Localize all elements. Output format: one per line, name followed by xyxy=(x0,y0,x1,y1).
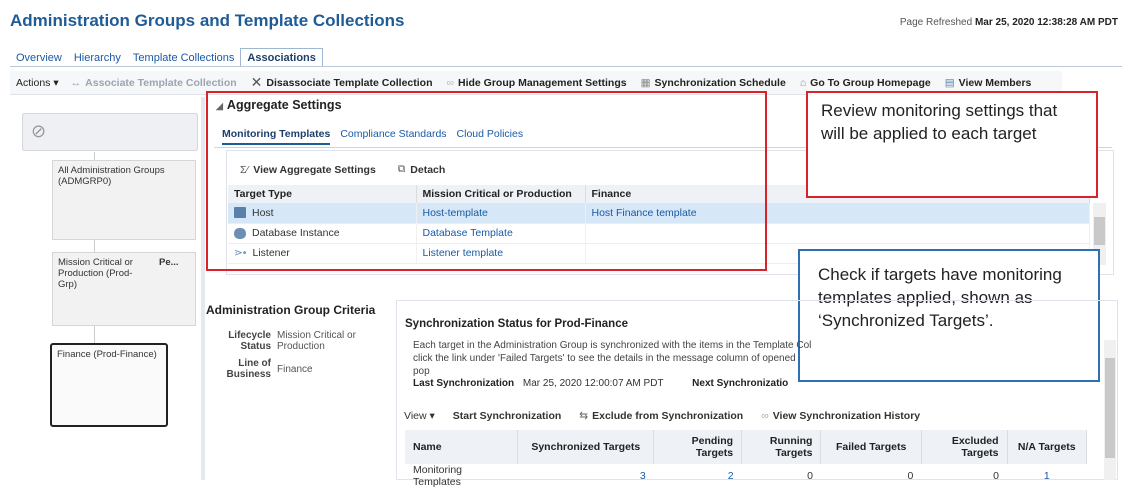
last-sync-value: Mar 25, 2020 12:00:07 AM PDT xyxy=(522,378,664,389)
disassociate-label: Disassociate Template Collection xyxy=(266,76,433,89)
lifecycle-label: Lifecycle Status xyxy=(228,330,271,352)
column-excluded[interactable]: Excluded Targets xyxy=(921,430,1008,464)
hide-icon: ∞ xyxy=(446,76,455,89)
callout-review-text: Review monitoring settings that will be … xyxy=(821,101,1058,143)
pane-splitter[interactable] xyxy=(201,97,205,480)
chevron-down-icon: ▾ xyxy=(53,76,59,89)
hide-group-label: Hide Group Management Settings xyxy=(458,76,627,89)
start-sync-button[interactable]: Start Synchronization xyxy=(453,410,562,422)
view-sync-history-button[interactable]: ∞ View Synchronization History xyxy=(761,410,920,422)
failed-count: 0 xyxy=(907,470,914,482)
collapse-button[interactable]: ⊘ xyxy=(22,113,198,151)
tab-overview[interactable]: Overview xyxy=(10,49,68,67)
tab-divider xyxy=(10,66,1122,67)
column-name[interactable]: Name xyxy=(405,430,519,464)
refresh-label: Page Refreshed xyxy=(899,17,973,28)
compass-icon: ⊘ xyxy=(31,121,47,141)
node-label: Mission Critical or Production (Prod-Grp… xyxy=(58,257,133,290)
lob-label: Line of Business xyxy=(226,358,271,380)
last-sync: Last Synchronization Mar 25, 2020 12:00:… xyxy=(413,378,794,389)
criteria-heading: Administration Group Criteria xyxy=(206,303,376,317)
sync-scrollbar[interactable] xyxy=(1104,340,1116,480)
go-home-button[interactable]: ⌂ Go To Group Homepage xyxy=(800,77,931,89)
close-icon: ✕ xyxy=(250,74,263,90)
tab-hierarchy[interactable]: Hierarchy xyxy=(68,49,127,67)
pending-count-link[interactable]: 2 xyxy=(654,464,742,488)
sync-schedule-label: Synchronization Schedule xyxy=(654,76,786,89)
view-members-label: View Members xyxy=(958,76,1032,89)
view-menu[interactable]: View ▾ xyxy=(404,410,435,422)
exclude-icon: ⇆ xyxy=(579,410,589,422)
column-synchronized[interactable]: Synchronized Targets xyxy=(517,430,655,464)
excluded-count: 0 xyxy=(993,470,1000,482)
highlight-box xyxy=(206,91,767,271)
hide-group-settings-button[interactable]: ∞ Hide Group Management Settings xyxy=(447,77,627,89)
actions-label: Actions xyxy=(16,76,51,89)
na-count-link[interactable]: 1 xyxy=(1007,464,1086,488)
node-all-admin-groups[interactable]: All Administration Groups (ADMGRP0) xyxy=(52,160,196,240)
exclude-label: Exclude from Synchronization xyxy=(592,410,744,422)
node-finance[interactable]: Finance (Prod-Finance) xyxy=(50,343,168,427)
sync-toolbar: View ▾ Start Synchronization ⇆ Exclude fr… xyxy=(404,410,938,422)
node-label: All Administration Groups (ADMGRP0) xyxy=(58,165,165,187)
last-sync-label: Last Synchronization xyxy=(413,378,515,389)
sync-schedule-button[interactable]: ▦ Synchronization Schedule xyxy=(641,77,786,89)
main-tabs: Overview Hierarchy Template Collections … xyxy=(10,47,323,67)
page-refreshed: Page Refreshed Mar 25, 2020 12:38:28 AM … xyxy=(900,17,1118,28)
view-members-button[interactable]: ▤ View Members xyxy=(945,77,1032,89)
disassociate-button[interactable]: ✕ Disassociate Template Collection xyxy=(251,74,433,91)
synced-count-link[interactable]: 3 xyxy=(518,464,654,488)
column-running[interactable]: Running Targets xyxy=(741,430,822,464)
calendar-icon: ▦ xyxy=(640,76,651,89)
scrollbar-thumb[interactable] xyxy=(1094,217,1105,245)
exclude-sync-button[interactable]: ⇆ Exclude from Synchronization xyxy=(579,410,743,422)
view-label: View xyxy=(404,410,427,422)
associate-label: Associate Template Collection xyxy=(85,76,237,89)
tab-template-collections[interactable]: Template Collections xyxy=(127,49,241,67)
callout-review: Review monitoring settings that will be … xyxy=(806,91,1098,198)
actions-menu[interactable]: Actions ▾ xyxy=(16,77,59,89)
running-count: 0 xyxy=(807,470,813,482)
lob-value: Finance xyxy=(277,364,313,375)
column-failed[interactable]: Failed Targets xyxy=(820,430,922,464)
sync-description: Each target in the Administration Group … xyxy=(413,340,812,377)
column-pending[interactable]: Pending Targets xyxy=(653,430,743,464)
tab-associations[interactable]: Associations xyxy=(240,48,323,67)
next-sync-label: Next Synchronizatio xyxy=(692,378,789,389)
home-icon: ⌂ xyxy=(799,76,807,89)
sync-heading: Synchronization Status for Prod-Finance xyxy=(405,318,628,330)
refresh-time: Mar 25, 2020 12:38:28 AM PDT xyxy=(974,17,1118,28)
lifecycle-value: Mission Critical or Production xyxy=(277,330,356,352)
column-na[interactable]: N/A Targets xyxy=(1007,430,1088,464)
scrollbar-thumb[interactable] xyxy=(1105,358,1115,458)
associate-icon: ↔ xyxy=(70,76,82,89)
go-home-label: Go To Group Homepage xyxy=(810,76,931,89)
sync-table: Name Synchronized Targets Pending Target… xyxy=(405,430,1088,488)
chevron-down-icon: ▾ xyxy=(429,410,435,422)
node-label: Finance (Prod-Finance) xyxy=(57,349,157,360)
associate-button[interactable]: ↔ Associate Template Collection xyxy=(71,77,237,89)
row-name: Monitoring Templates xyxy=(413,464,463,488)
node-label-truncated: Pe... xyxy=(159,257,179,268)
page-title: Administration Groups and Template Colle… xyxy=(10,11,405,30)
history-label: View Synchronization History xyxy=(772,410,921,422)
node-mission-critical[interactable]: Mission Critical or Production (Prod-Grp… xyxy=(52,252,196,326)
members-icon: ▤ xyxy=(944,76,955,89)
history-icon: ∞ xyxy=(761,410,769,422)
table-row[interactable]: Monitoring Templates 3 2 0 0 0 1 xyxy=(405,464,1087,488)
